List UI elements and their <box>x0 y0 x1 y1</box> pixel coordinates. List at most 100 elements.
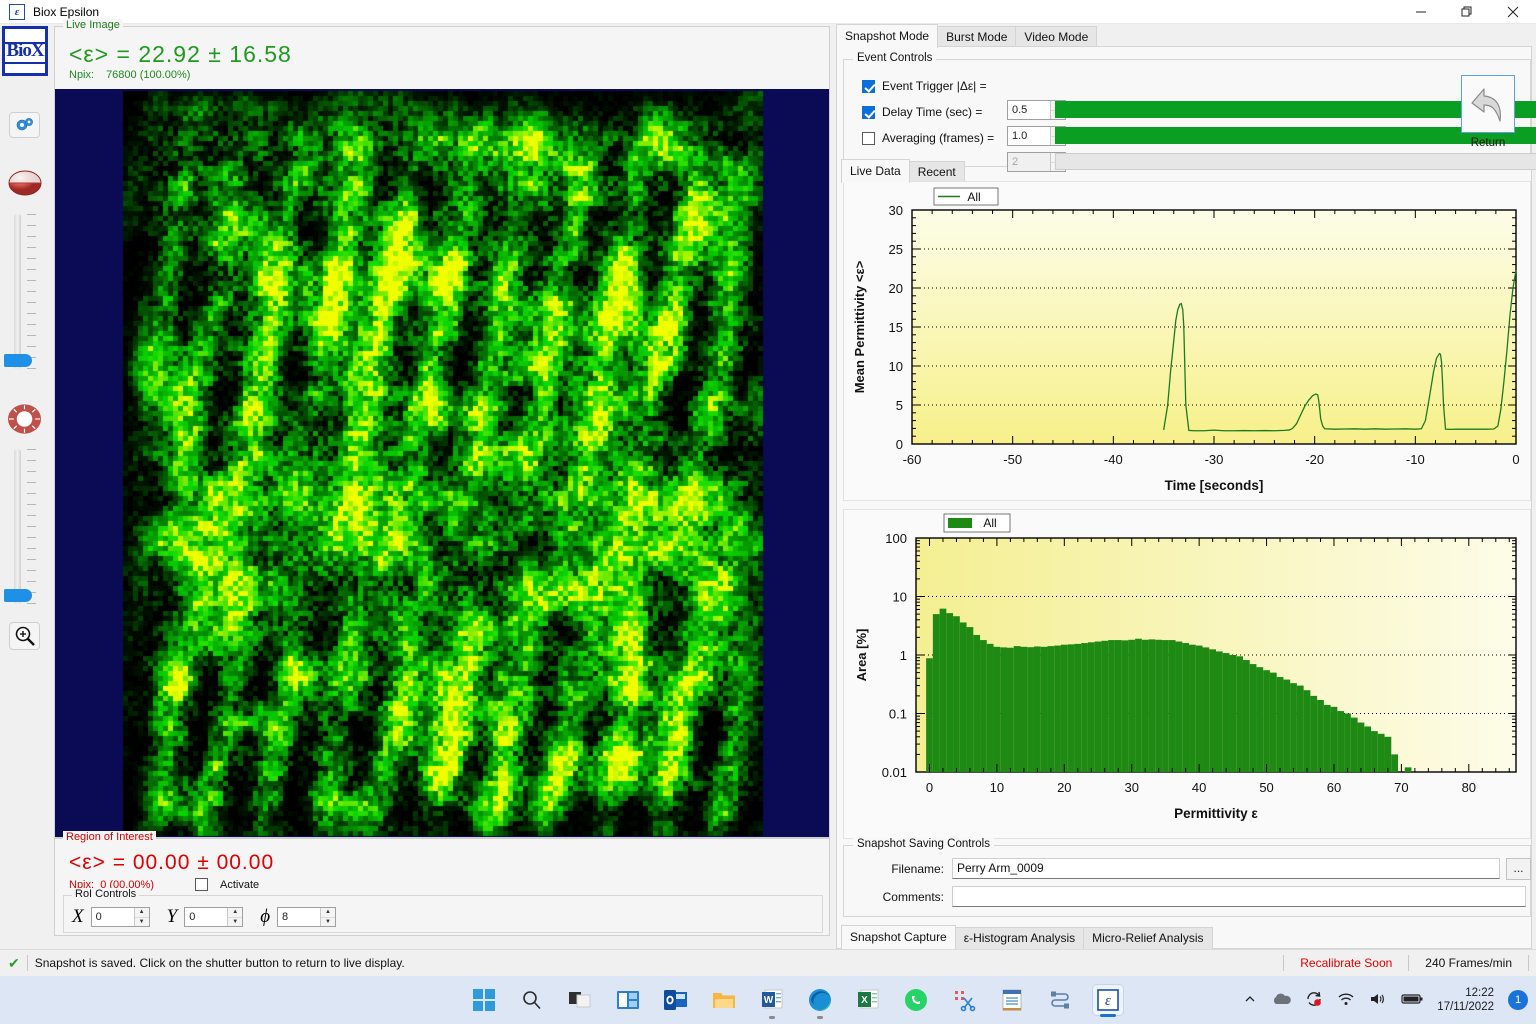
delay-time-checkbox[interactable] <box>862 105 875 119</box>
roi-phi-value[interactable]: 8 <box>278 908 320 926</box>
svg-text:All: All <box>967 190 980 204</box>
roi-activate-checkbox[interactable] <box>195 878 208 891</box>
svg-text:0.01: 0.01 <box>882 765 907 780</box>
roi-phi-arrows[interactable]: ▲ ▼ <box>320 908 336 926</box>
illumination-icon[interactable] <box>7 404 42 434</box>
word-icon[interactable]: W <box>756 984 788 1019</box>
status-divider <box>26 955 28 971</box>
clock-date: 17/11/2022 <box>1437 1001 1494 1013</box>
roi-y-arrows[interactable]: ▲ ▼ <box>227 908 243 926</box>
roi-x-arrows[interactable]: ▲ ▼ <box>133 908 149 926</box>
svg-text:40: 40 <box>1192 780 1206 795</box>
left-toolbar: BioX <box>0 24 50 949</box>
task-view-icon[interactable] <box>564 984 596 1016</box>
svg-text:All: All <box>983 516 996 530</box>
event-trigger-label: Event Trigger |Δε| = <box>882 79 987 93</box>
tab-video-mode[interactable]: Video Mode <box>1015 26 1098 48</box>
whatsapp-icon[interactable] <box>900 984 932 1016</box>
notification-badge[interactable]: 1 <box>1508 990 1528 1010</box>
battery-icon[interactable] <box>1401 993 1423 1008</box>
live-npix: Npix: 76800 (100.00%) <box>69 69 190 81</box>
tab-snapshot-mode[interactable]: Snapshot Mode <box>836 24 939 48</box>
permittivity-histogram-chart[interactable]: 0.01 0.1 1 10 100 0 10 20 30 40 50 60 70 80 Permittivi… <box>843 509 1531 839</box>
event-controls-group: Event Controls Event Trigger |Δε| = 0.5 … <box>843 52 1536 172</box>
roi-y-stepper[interactable]: 0 ▲ ▼ <box>184 907 244 927</box>
outlook-icon[interactable] <box>660 984 692 1016</box>
brightness-slider[interactable] <box>4 214 36 369</box>
clock[interactable]: 12:22 17/11/2022 <box>1437 986 1494 1014</box>
gain-slider[interactable] <box>4 449 36 604</box>
roi-phi-symbol: ϕ <box>260 906 271 927</box>
frame-rate-indicator: 240 Frames/min <box>1425 956 1512 970</box>
right-panel: Snapshot Mode Burst Mode Video Mode Event … <box>832 24 1536 949</box>
browse-button[interactable]: ... <box>1506 858 1531 880</box>
delay-time-row: Delay Time (sec) = <box>862 102 1024 122</box>
roi-x-value[interactable]: 0 <box>92 908 134 926</box>
snipping-tool-icon[interactable] <box>948 984 980 1016</box>
roi-y-symbol: Y <box>166 906 178 927</box>
window-controls <box>1398 0 1536 24</box>
status-divider-4 <box>1528 955 1529 971</box>
sync-icon[interactable] <box>1044 984 1076 1016</box>
epsilon-app-icon[interactable]: ε <box>1092 984 1124 1017</box>
return-button[interactable] <box>1461 75 1515 133</box>
tab-recent[interactable]: Recent <box>908 161 965 183</box>
gain-slider-track[interactable] <box>14 449 21 604</box>
averaging-value: 2 <box>1012 156 1019 168</box>
windows-update-icon[interactable] <box>1305 990 1323 1011</box>
svg-text:20: 20 <box>889 281 903 296</box>
tab-micro-relief-analysis[interactable]: Micro-Relief Analysis <box>1083 927 1213 949</box>
tab-snapshot-capture[interactable]: Snapshot Capture <box>841 925 956 949</box>
svg-text:-50: -50 <box>1003 452 1022 467</box>
excel-icon[interactable]: X <box>852 984 884 1016</box>
tab-burst-mode[interactable]: Burst Mode <box>937 26 1017 48</box>
widgets-icon[interactable] <box>612 984 644 1016</box>
comments-input[interactable] <box>952 886 1526 907</box>
minimize-button[interactable] <box>1398 0 1444 24</box>
search-icon[interactable] <box>516 984 548 1016</box>
event-trigger-checkbox[interactable] <box>862 79 875 93</box>
svg-text:0: 0 <box>896 437 903 452</box>
wifi-icon[interactable] <box>1337 992 1355 1009</box>
roi-activate-row[interactable]: Activate <box>195 878 259 891</box>
thermal-image-canvas[interactable] <box>55 89 829 837</box>
time-series-chart[interactable]: 0 5 10 15 20 25 30 -60 -50 -40 -30 -20 -10 0 Time [sec… <box>843 181 1531 501</box>
tab-live-data[interactable]: Live Data <box>841 159 910 183</box>
brightness-slider-track[interactable] <box>14 214 21 369</box>
settings-gear-icon[interactable] <box>9 112 40 138</box>
comments-label: Comments: <box>882 890 944 904</box>
tab-histogram-analysis[interactable]: ε-Histogram Analysis <box>954 927 1085 949</box>
svg-text:30: 30 <box>1124 780 1138 795</box>
averaging-bar <box>1055 153 1536 170</box>
roi-x-stepper[interactable]: 0 ▲ ▼ <box>90 907 150 927</box>
roi-controls-group: RoI Controls X 0 ▲ ▼ Y 0 ▲ ▼ ϕ 8 ▲ ▼ <box>63 888 823 933</box>
zoom-in-icon[interactable] <box>9 622 40 650</box>
thermal-image-view[interactable] <box>55 89 829 837</box>
svg-text:0: 0 <box>926 780 933 795</box>
svg-text:-20: -20 <box>1305 452 1324 467</box>
file-explorer-icon[interactable] <box>708 984 740 1016</box>
roi-mean-permittivity: <ε> = 00.00 ± 00.00 <box>69 851 275 874</box>
window-title: Biox Epsilon <box>33 4 100 19</box>
averaging-checkbox[interactable] <box>862 131 875 145</box>
roi-y-value[interactable]: 0 <box>185 908 227 926</box>
roi-phi-stepper[interactable]: 8 ▲ ▼ <box>277 907 337 927</box>
close-button[interactable] <box>1490 0 1536 24</box>
svg-text:70: 70 <box>1394 780 1408 795</box>
onedrive-icon[interactable] <box>1271 992 1292 1009</box>
show-hidden-icons-icon[interactable] <box>1243 992 1257 1009</box>
start-button[interactable] <box>468 984 500 1016</box>
brightness-slider-thumb[interactable] <box>4 354 32 367</box>
data-tab-strip: Live Data Recent <box>841 159 965 183</box>
volume-icon[interactable] <box>1369 992 1387 1009</box>
notepad-icon[interactable] <box>996 984 1028 1016</box>
edge-icon[interactable] <box>804 984 836 1019</box>
maximize-restore-button[interactable] <box>1444 0 1490 24</box>
contrast-sphere-icon[interactable] <box>7 168 42 198</box>
filename-input[interactable]: Perry Arm_0009 <box>952 858 1500 879</box>
windows-taskbar: W X ε 12:22 17/11/2022 1 <box>0 976 1536 1024</box>
roi-x-symbol: X <box>72 906 84 927</box>
svg-text:60: 60 <box>1327 780 1341 795</box>
gain-slider-thumb[interactable] <box>4 589 32 602</box>
live-npix-label: Npix: <box>69 69 95 81</box>
